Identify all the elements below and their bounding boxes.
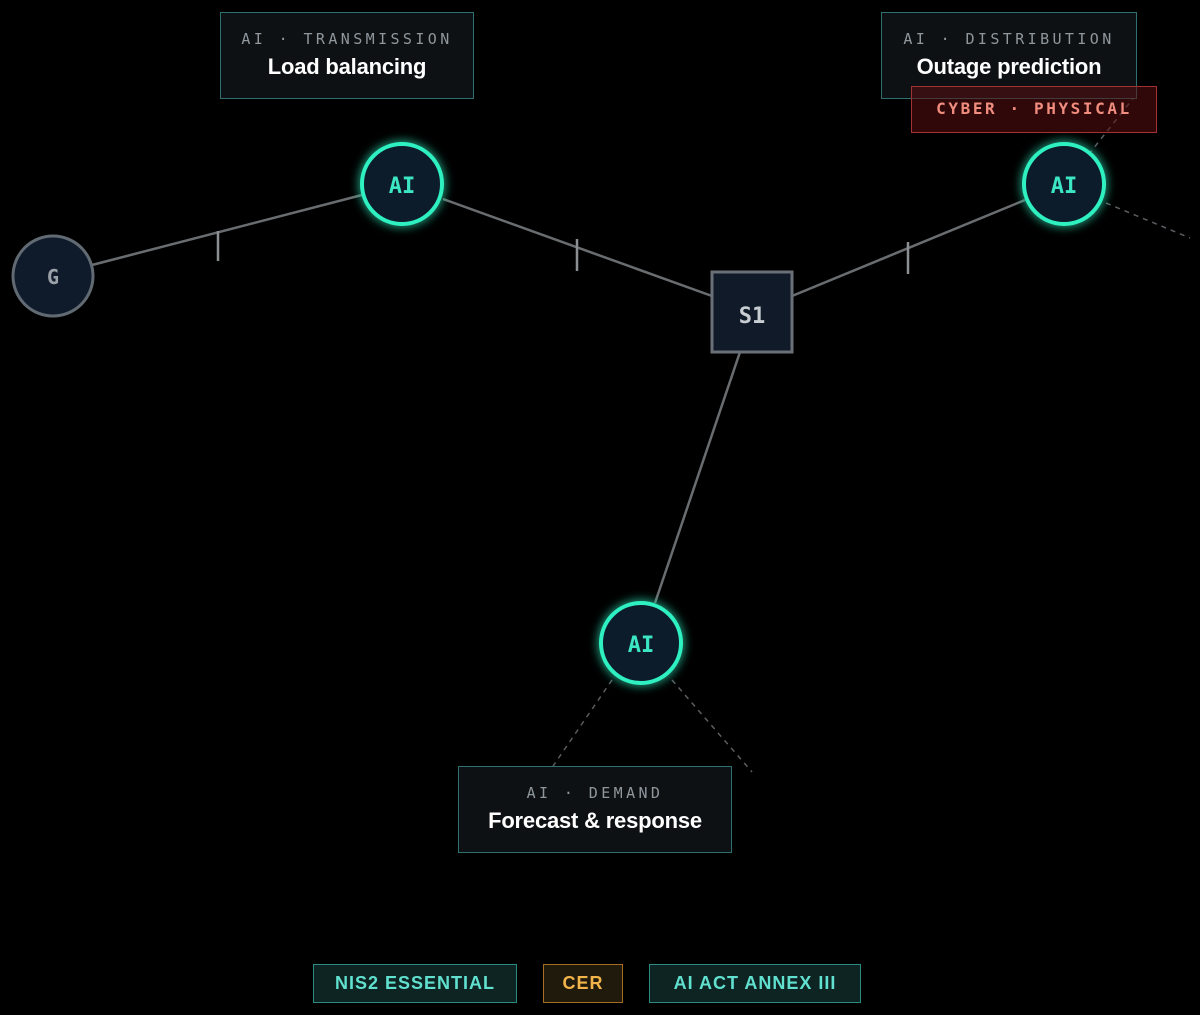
line-substation-to-ai-demand: [653, 351, 742, 604]
regulation-tag-cer: CER: [543, 964, 623, 1003]
generator-node-label: G: [47, 265, 59, 289]
cyber-physical-risk-badge: CYBER · PHYSICAL: [911, 86, 1157, 133]
grid-diagram: G S1 AI AI AI: [11, 95, 1191, 773]
callout-title: Load balancing: [267, 54, 427, 79]
callout-kicker: AI · TRANSMISSION: [241, 30, 453, 48]
regulation-tag-nis2: NIS2 ESSENTIAL: [313, 964, 517, 1003]
regulation-tag-ai-act: AI ACT ANNEX III: [649, 964, 861, 1003]
ai-node-demand[interactable]: AI: [599, 601, 683, 685]
callout-kicker: AI · DEMAND: [526, 784, 664, 802]
callout-transmission: AI · TRANSMISSION Load balancing: [220, 12, 474, 99]
connector-ai-demand-left: [548, 679, 613, 773]
line-generator-to-ai-transmission: [91, 193, 363, 267]
callout-title: Forecast & response: [488, 808, 702, 833]
callout-title: Outage prediction: [916, 54, 1102, 79]
line-ticks: [216, 231, 910, 274]
connector-ai-demand-right: [671, 679, 753, 773]
generator-node[interactable]: G: [11, 234, 95, 318]
connector-ai-distribution-right: [1105, 202, 1191, 239]
power-lines: [91, 193, 1026, 604]
callout-demand: AI · DEMAND Forecast & response: [458, 766, 732, 853]
ai-node-transmission[interactable]: AI: [360, 142, 444, 226]
substation-node[interactable]: S1: [710, 270, 794, 354]
ai-node-label: AI: [628, 633, 655, 658]
ai-node-label: AI: [1051, 174, 1078, 199]
substation-node-label: S1: [739, 304, 766, 329]
callout-kicker: AI · DISTRIBUTION: [903, 30, 1115, 48]
ai-node-label: AI: [389, 174, 416, 199]
ai-node-distribution[interactable]: AI: [1022, 142, 1106, 226]
